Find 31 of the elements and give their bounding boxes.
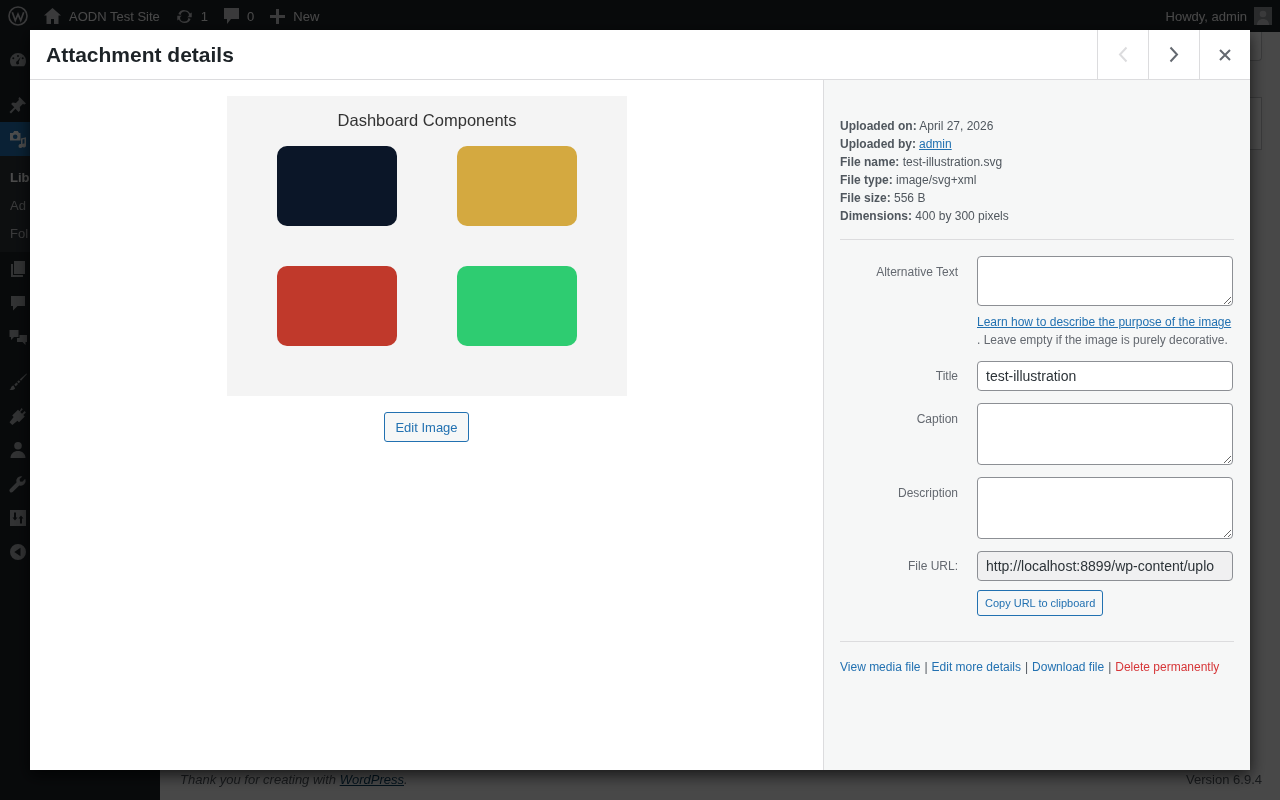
field-label: Caption [915,411,958,428]
file-detail-text: File name: test-illustration.svg [840,154,1004,171]
link-separator: | [1108,659,1112,676]
image-title: Dashboard Components [337,111,516,129]
field-label: File URL: [907,558,958,575]
link-separator: | [1025,659,1029,676]
action-link[interactable]: Edit more details [931,658,1021,676]
link-separator: | [924,659,928,676]
action-link[interactable]: Download file [1032,658,1105,676]
caption-field[interactable] [977,403,1233,465]
description-field[interactable] [977,477,1233,539]
field-label: Description [896,485,958,502]
file-detail-text: Dimensions: 400 by 300 pixels [840,208,1010,225]
title-field[interactable]: test-illustration [977,361,1233,391]
help-link[interactable]: Learn how to describe the purpose of the image [977,315,1232,329]
file-detail-text: Uploaded on: April 27, 2026 [840,118,995,135]
field-label: Alternative Text [875,264,958,281]
file-detail-text: Uploaded by: admin [840,136,953,153]
file-detail-text: File type: image/svg+xml [840,172,978,189]
field-label: Title [934,368,958,385]
author-link[interactable]: admin [919,137,952,151]
action-link[interactable]: View media file [840,658,921,676]
modal-title: Attachment details [46,42,234,68]
file-url-field[interactable]: http://localhost:8899/wp-content/uplo [977,551,1233,581]
file-detail-text: File size: 556 B [840,190,927,207]
alt-text-field[interactable] [977,256,1233,306]
copy-url-button[interactable]: Copy URL to clipboard [977,590,1104,616]
delete-link[interactable]: Delete permanently [1115,658,1220,676]
field-help-text: Learn how to describe the purpose of the image . Leave empty if the image is purely decorative. [977,314,1233,349]
close-button[interactable] [1199,30,1250,79]
edit-image-button[interactable]: Edit Image [384,412,469,442]
